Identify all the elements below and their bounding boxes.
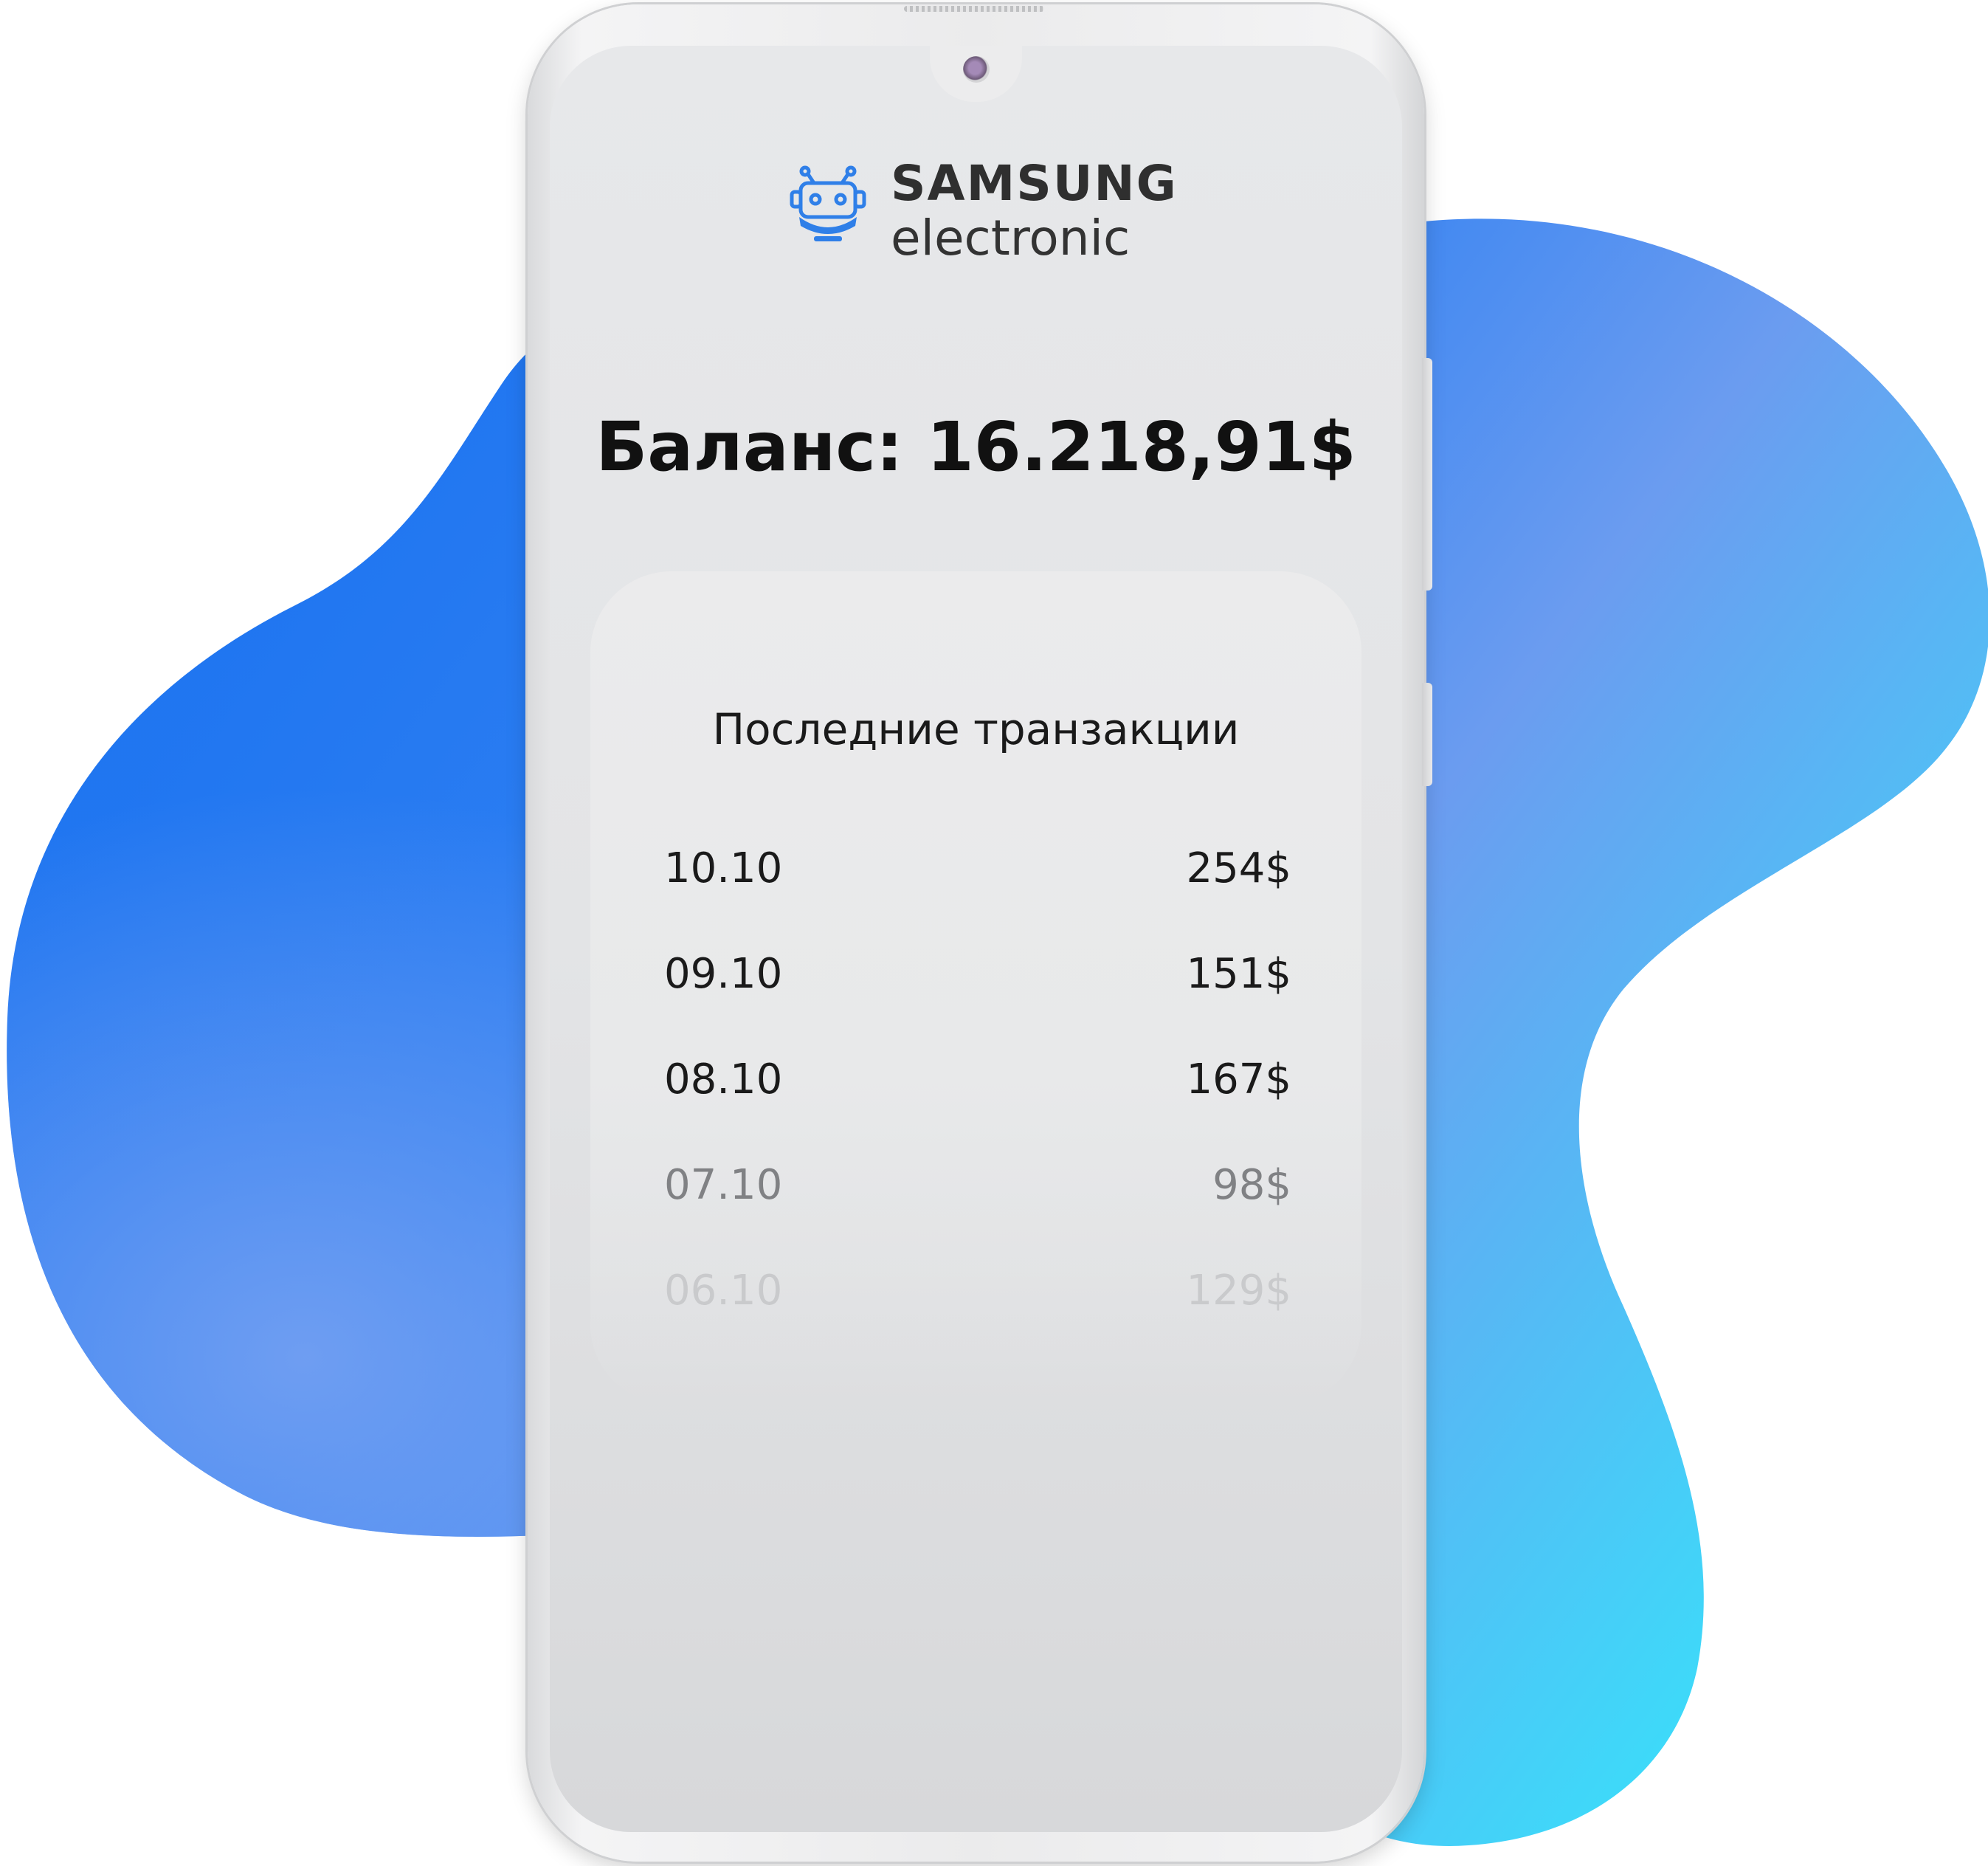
front-camera [963,56,990,83]
transactions-title: Последние транзакции [712,704,1240,754]
transaction-amount: 98$ [1212,1161,1291,1209]
transaction-row[interactable]: 10.10 254$ [664,844,1291,903]
transaction-amount: 151$ [1186,950,1291,998]
transaction-row[interactable]: 06.10 129$ [664,1267,1291,1326]
volume-button [1422,358,1432,591]
power-button [1422,683,1432,786]
transaction-row[interactable]: 08.10 167$ [664,1056,1291,1115]
transaction-date: 09.10 [664,950,783,998]
transaction-date: 07.10 [664,1161,783,1209]
transaction-date: 06.10 [664,1267,783,1315]
stage: SAMSUNG electronic Баланс: 16.218,91$ По… [0,0,1988,1866]
speaker-grille [904,6,1044,12]
phone-screen: SAMSUNG electronic Баланс: 16.218,91$ По… [550,46,1402,1832]
brand-subtitle: electronic [891,210,1131,266]
transaction-row[interactable]: 07.10 98$ [664,1161,1291,1220]
transaction-amount: 167$ [1186,1056,1291,1104]
brand-name: SAMSUNG [891,155,1178,212]
brand-logo: SAMSUNG electronic [787,149,1176,275]
robot-icon [790,165,866,241]
transaction-date: 10.10 [664,844,783,892]
transaction-row[interactable]: 09.10 151$ [664,950,1291,1009]
transaction-date: 08.10 [664,1056,783,1104]
balance-heading: Баланс: 16.218,91$ [596,407,1356,486]
transaction-amount: 254$ [1186,844,1291,892]
transactions-card: Последние транзакции 10.10 254$ 09.10 15… [590,571,1361,1405]
transaction-amount: 129$ [1186,1267,1291,1315]
